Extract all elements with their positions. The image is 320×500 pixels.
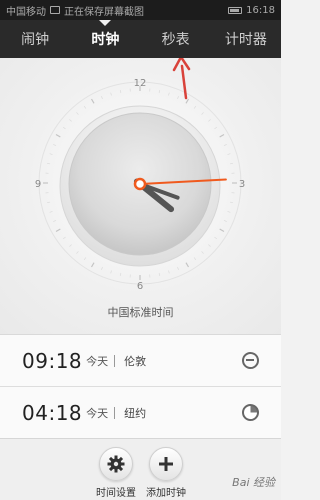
row-divider bbox=[114, 354, 116, 367]
status-time: 16:18 bbox=[246, 4, 275, 16]
dial-tick bbox=[223, 220, 227, 223]
dial-tick bbox=[69, 244, 72, 247]
world-clock-list: 09:18 今天 伦敦 04:18 今天 纽约 bbox=[0, 334, 281, 439]
numeral-9: 9 bbox=[35, 179, 41, 190]
tab-alarm[interactable]: 闹钟 bbox=[0, 20, 70, 58]
world-clock-day: 今天 bbox=[86, 354, 109, 368]
dial-tick bbox=[76, 112, 79, 115]
dial-tick bbox=[83, 257, 87, 261]
dial-tick bbox=[208, 119, 211, 122]
dial-tick bbox=[229, 201, 234, 204]
dial-tick bbox=[46, 201, 51, 204]
dial-tick bbox=[69, 119, 72, 122]
tab-clock-label: 时钟 bbox=[91, 32, 120, 48]
tab-timer-label: 计时器 bbox=[224, 32, 267, 48]
add-clock-circle bbox=[149, 447, 183, 481]
tab-clock[interactable]: 时钟 bbox=[70, 20, 140, 58]
time-settings-circle bbox=[99, 447, 133, 481]
dial-tick bbox=[62, 126, 66, 130]
bottom-action-bar: 时间设置 添加时钟 bbox=[0, 438, 281, 500]
dial-tick bbox=[177, 96, 180, 100]
dial-tick bbox=[100, 96, 103, 100]
row-divider bbox=[114, 406, 116, 419]
gear-icon bbox=[107, 455, 125, 473]
clock-center-cap bbox=[133, 177, 147, 191]
world-clock-city: 纽约 bbox=[124, 406, 147, 420]
numeral-6: 6 bbox=[137, 281, 143, 292]
battery-icon bbox=[228, 6, 243, 14]
dial-tick bbox=[158, 272, 161, 277]
status-left: 中国移动 正在保存屏幕截图 bbox=[6, 3, 144, 18]
tab-alarm-label: 闹钟 bbox=[21, 32, 50, 48]
dial-tick bbox=[168, 92, 170, 96]
status-right: 16:18 bbox=[228, 5, 275, 16]
dial-tick bbox=[227, 211, 231, 213]
numeral-3: 3 bbox=[239, 179, 245, 190]
tab-stopwatch-label: 秒表 bbox=[161, 32, 190, 48]
dial-tick bbox=[223, 143, 227, 146]
dial-tick bbox=[214, 126, 218, 130]
dial-tick bbox=[110, 92, 112, 96]
dial-tick bbox=[227, 153, 231, 155]
notification-text: 正在保存屏幕截图 bbox=[64, 6, 144, 18]
dial-tick bbox=[55, 133, 61, 138]
dial-tick bbox=[119, 272, 122, 277]
dial-tick bbox=[49, 153, 53, 155]
dial-tick bbox=[110, 270, 112, 274]
world-clock-time: 09:18 bbox=[22, 348, 83, 373]
add-clock-button[interactable]: 添加时钟 bbox=[136, 447, 196, 499]
add-clock-label: 添加时钟 bbox=[146, 488, 186, 499]
dial-tick bbox=[90, 98, 95, 104]
world-clock-row-newyork[interactable]: 04:18 今天 纽约 bbox=[0, 387, 281, 439]
dial-tick bbox=[177, 266, 180, 270]
annotation-arrow bbox=[172, 58, 191, 100]
dial-tick bbox=[214, 236, 218, 240]
timezone-label: 中国标准时间 bbox=[107, 306, 174, 319]
dial-tick bbox=[53, 220, 57, 223]
dial-tick bbox=[90, 262, 95, 268]
clock-dial-area: 12 3 6 9 中国标准时间 bbox=[0, 58, 281, 334]
dial-tick bbox=[201, 251, 204, 254]
analog-clock: 12 3 6 9 bbox=[35, 58, 245, 292]
numeral-12: 12 bbox=[134, 78, 147, 89]
dial-tick bbox=[201, 112, 204, 115]
dial-tick bbox=[49, 211, 53, 213]
dial-tick bbox=[168, 270, 170, 274]
dial-tick bbox=[158, 89, 161, 94]
moon-icon bbox=[242, 404, 259, 421]
dial-tick bbox=[219, 133, 225, 138]
screenshot-icon bbox=[50, 6, 60, 14]
dial-tick bbox=[193, 105, 197, 109]
dial-tick bbox=[83, 105, 87, 109]
dial-tick bbox=[185, 98, 190, 104]
dial-tick bbox=[208, 244, 211, 247]
dial-tick bbox=[62, 236, 66, 240]
dial-tick bbox=[119, 89, 122, 94]
tab-bar: 闹钟 时钟 秒表 计时器 bbox=[0, 20, 281, 58]
dial-tick bbox=[219, 228, 225, 233]
sun-icon bbox=[242, 352, 259, 369]
time-settings-label: 时间设置 bbox=[96, 488, 136, 499]
carrier-text: 中国移动 bbox=[6, 6, 46, 18]
dial-tick bbox=[100, 266, 103, 270]
watermark-logo: Bai 经验 bbox=[232, 476, 275, 489]
dial-tick bbox=[185, 262, 190, 268]
world-clock-day: 今天 bbox=[86, 406, 109, 420]
dial-tick bbox=[229, 162, 234, 165]
world-clock-city: 伦敦 bbox=[124, 354, 147, 368]
world-clock-row-london[interactable]: 09:18 今天 伦敦 bbox=[0, 335, 281, 387]
dial-tick bbox=[55, 228, 61, 233]
world-clock-time: 04:18 bbox=[22, 400, 83, 425]
status-bar: 中国移动 正在保存屏幕截图 16:18 bbox=[0, 0, 281, 20]
plus-icon bbox=[159, 457, 173, 471]
dial-tick bbox=[76, 251, 79, 254]
tab-stopwatch[interactable]: 秒表 bbox=[141, 20, 211, 58]
tab-timer[interactable]: 计时器 bbox=[211, 20, 281, 58]
dial-tick bbox=[46, 162, 51, 165]
dial-tick bbox=[53, 143, 57, 146]
dial-tick bbox=[193, 257, 197, 261]
